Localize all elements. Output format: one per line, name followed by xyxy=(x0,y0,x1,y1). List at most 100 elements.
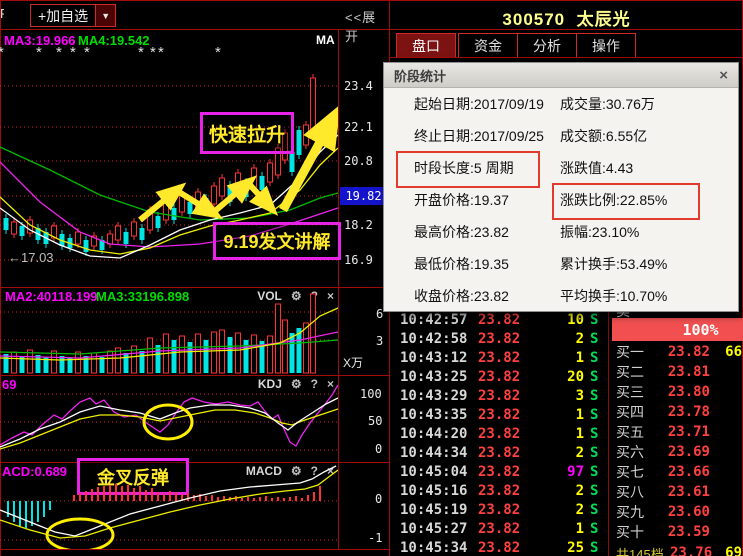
kdj-chart[interactable] xyxy=(0,375,338,462)
trade-price: 23.82 xyxy=(478,312,530,328)
trade-row: 10:45:1623.822S xyxy=(390,481,608,500)
trade-time: 10:44:20 xyxy=(400,426,470,442)
trade-volume: 1 xyxy=(530,426,584,442)
dialog-titlebar[interactable]: 阶段统计 × xyxy=(384,63,738,88)
price-tick: 23.4 xyxy=(344,79,373,93)
bid-price: 23.69 xyxy=(654,444,710,460)
vol-unit: X万 xyxy=(343,354,363,371)
stat-field: 平均换手:10.70% xyxy=(560,286,667,306)
trade-time: 10:42:58 xyxy=(400,331,470,347)
trade-time: 10:43:12 xyxy=(400,350,470,366)
trade-volume: 2 xyxy=(530,502,584,518)
order-book-footer: 共145档 23.76 69 xyxy=(612,543,743,556)
bid-level-label: 买一 xyxy=(616,342,654,362)
bid-price: 23.61 xyxy=(654,484,710,500)
bid-price: 23.59 xyxy=(654,524,710,540)
trade-side-flag: S xyxy=(590,407,603,423)
add-watchlist-button[interactable]: +加自选 ▼ xyxy=(30,4,116,27)
stat-field: 时段长度:5 周期 xyxy=(414,158,560,178)
trade-row: 10:45:0423.8297S xyxy=(390,462,608,481)
trade-side-flag: S xyxy=(590,388,603,404)
trade-volume: 1 xyxy=(530,350,584,366)
stat-field: 振幅:23.10% xyxy=(560,222,639,242)
bid-level-label: 买八 xyxy=(616,482,654,502)
bid-level-label: 买三 xyxy=(616,382,654,402)
pane-divider xyxy=(0,549,390,550)
bid-price: 23.78 xyxy=(654,404,710,420)
trade-time: 10:42:57 xyxy=(400,312,470,328)
tabbar-divider xyxy=(390,57,743,58)
stat-field: 成交额:6.55亿 xyxy=(560,126,647,146)
trade-row: 10:43:2923.823S xyxy=(390,386,608,405)
bid-volume: 66 xyxy=(710,344,742,360)
list-divider xyxy=(608,310,609,556)
bid-row: 买九23.60 xyxy=(612,502,743,522)
stat-field: 涨跌比例:22.85% xyxy=(560,190,667,210)
annotation-919-post: 9.19发文讲解 xyxy=(213,222,341,260)
trade-row: 10:45:1923.822S xyxy=(390,500,608,519)
trade-time: 10:43:35 xyxy=(400,407,470,423)
bid-row: 买七23.66 xyxy=(612,462,743,482)
trade-price: 23.82 xyxy=(478,483,530,499)
dialog-stat-row: 时段长度:5 周期涨跌值:4.43 xyxy=(384,152,738,184)
trade-side-flag: S xyxy=(590,483,603,499)
stock-code: 300570 xyxy=(502,10,565,29)
stat-field: 开盘价格:19.37 xyxy=(414,190,560,210)
add-watchlist-dropdown[interactable]: ▼ xyxy=(95,5,115,26)
trade-price: 23.82 xyxy=(478,521,530,537)
tick-trade-list[interactable]: 10:42:5723.8210S10:42:5823.822S10:43:122… xyxy=(390,310,608,556)
tab-funds[interactable]: 资金 xyxy=(458,33,518,58)
chart-panel: MA3:19.966 MA4:19.542 MA ********* 23.4 … xyxy=(0,30,390,556)
trade-price: 23.82 xyxy=(478,464,530,480)
bid-row: 买三23.80 xyxy=(612,382,743,402)
chevron-down-icon: ▼ xyxy=(101,11,110,21)
dialog-stat-row: 最高价格:23.82振幅:23.10% xyxy=(384,216,738,248)
bid-level-label: 买四 xyxy=(616,402,654,422)
bid-level-label: 买十 xyxy=(616,522,654,542)
bid-level-label: 买六 xyxy=(616,442,654,462)
tab-trade[interactable]: 操作 xyxy=(576,33,636,58)
trade-side-flag: S xyxy=(590,464,603,480)
trade-side-flag: S xyxy=(590,540,603,556)
trade-volume: 2 xyxy=(530,445,584,461)
dialog-stat-row: 最低价格:19.35累计换手:53.49% xyxy=(384,248,738,280)
kdj-tick: 0 xyxy=(375,442,382,456)
stat-field: 成交量:30.76万 xyxy=(560,94,655,114)
bid-level-label: 买二 xyxy=(616,362,654,382)
bid-row: 买四23.78 xyxy=(612,402,743,422)
trade-volume: 1 xyxy=(530,407,584,423)
trade-volume: 20 xyxy=(530,369,584,385)
trade-row: 10:44:20 23.821S xyxy=(390,424,608,443)
stat-field: 终止日期:2017/09/25 xyxy=(414,126,560,146)
dialog-close-icon[interactable]: × xyxy=(719,67,728,84)
macd-chart[interactable] xyxy=(0,462,338,549)
trade-row: 10:43:3523.821S xyxy=(390,405,608,424)
trade-side-flag: S xyxy=(590,331,603,347)
depth-count: 共145档 xyxy=(616,544,670,556)
bid-price: 23.82 xyxy=(654,344,710,360)
vol-tick: 3 xyxy=(376,334,383,348)
trading-app-window: F +加自选 ▼ <<展开 MA3:19.966 MA4:19.542 MA *… xyxy=(0,0,743,556)
kdj-tick: 50 xyxy=(368,414,382,428)
trade-side-flag: S xyxy=(590,426,603,442)
tab-order-book[interactable]: 盘口 xyxy=(396,33,456,58)
volume-chart[interactable] xyxy=(0,288,338,375)
trade-price: 23.82 xyxy=(478,350,530,366)
bid-price: 23.66 xyxy=(654,464,710,480)
trade-side-flag: S xyxy=(590,312,603,328)
avg-price: 23.76 xyxy=(670,545,712,556)
trade-volume: 3 xyxy=(530,388,584,404)
annotation-rapid-rally: 快速拉升 xyxy=(200,112,294,154)
bid-row: 买一23.8266 xyxy=(612,342,743,362)
bid-price: 23.71 xyxy=(654,424,710,440)
dialog-body: 起始日期:2017/09/19成交量:30.76万终止日期:2017/09/25… xyxy=(384,88,738,312)
stat-field: 涨跌值:4.43 xyxy=(560,158,633,178)
tab-analysis[interactable]: 分析 xyxy=(517,33,577,58)
trade-volume: 10 xyxy=(530,312,584,328)
stat-field: 累计换手:53.49% xyxy=(560,254,667,274)
price-tick: 22.1 xyxy=(344,120,373,134)
trade-volume: 1 xyxy=(530,521,584,537)
stock-title: 300570 太辰光 xyxy=(390,5,743,30)
trade-time: 10:45:04 xyxy=(400,464,470,480)
trade-price: 23.82 xyxy=(478,426,530,442)
